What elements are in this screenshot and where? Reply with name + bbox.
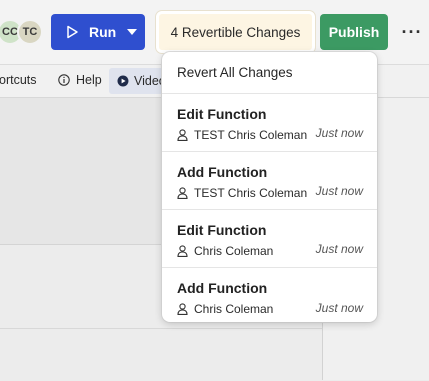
user-icon [177,303,188,315]
change-timestamp: Just now [315,301,363,315]
change-item[interactable]: Edit Function Chris Coleman Just now [162,210,377,268]
play-circle-icon [117,75,129,87]
help-link[interactable]: Help [58,73,102,87]
change-author: Chris Coleman [194,302,274,316]
user-icon [177,129,188,141]
change-author: Chris Coleman [194,244,274,258]
change-timestamp: Just now [315,184,363,198]
video-label: Video [134,74,166,88]
run-options-dropdown[interactable] [119,14,145,50]
publish-button[interactable]: Publish [320,14,388,50]
play-icon [67,25,78,39]
revert-all-changes-item[interactable]: Revert All Changes [162,52,377,94]
change-title: Add Function [177,164,268,180]
change-title: Add Function [177,280,268,296]
info-icon [58,74,70,86]
help-label: Help [76,73,102,87]
user-icon [177,245,188,257]
avatar[interactable]: TC [17,19,43,45]
change-title: Edit Function [177,106,267,122]
change-author: TEST Chris Coleman [194,186,308,200]
run-button[interactable]: Run [51,14,119,50]
change-timestamp: Just now [315,242,363,256]
divider [0,328,322,329]
change-item[interactable]: Add Function Chris Coleman Just now [162,268,377,322]
revertible-changes-button[interactable]: 4 Revertible Changes [156,11,315,53]
user-icon [177,187,188,199]
run-button-group: Run [51,14,145,50]
change-title: Edit Function [177,222,267,238]
run-button-label: Run [89,24,117,40]
change-item[interactable]: Edit Function TEST Chris Coleman Just no… [162,94,377,152]
change-item[interactable]: Add Function TEST Chris Coleman Just now [162,152,377,210]
change-author: TEST Chris Coleman [194,128,308,142]
revertible-changes-dropdown: Revert All Changes Edit Function TEST Ch… [162,52,377,322]
caret-down-icon [127,29,137,35]
shortcuts-link[interactable]: ortcuts [0,73,37,87]
more-options-icon[interactable]: ··· [398,20,426,44]
change-timestamp: Just now [315,126,363,140]
